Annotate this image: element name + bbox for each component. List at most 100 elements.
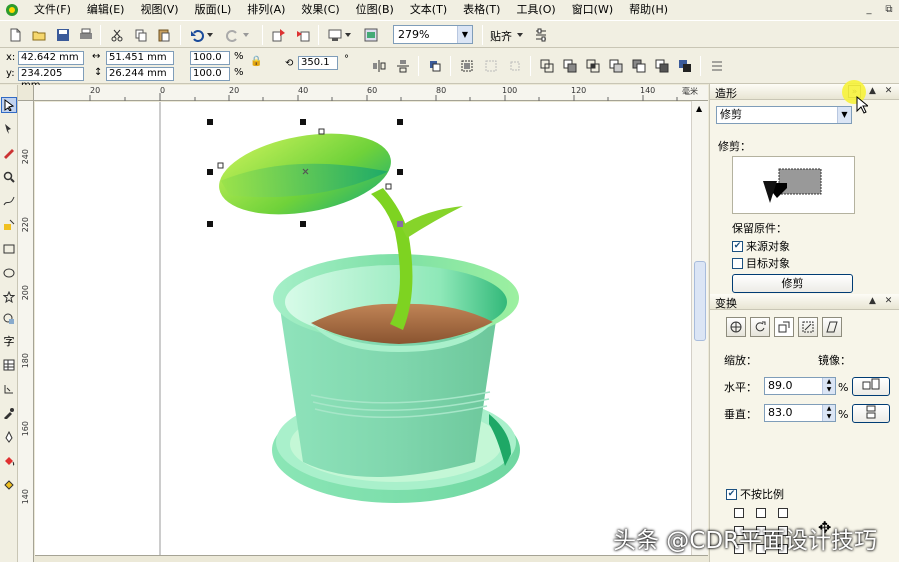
menu-tools[interactable]: 工具(O) bbox=[508, 0, 563, 20]
x-position-field[interactable]: 42.642 mm bbox=[18, 51, 84, 65]
spinner-arrows-icon[interactable]: ▲ ▼ bbox=[822, 405, 835, 421]
welcome-screen-icon[interactable] bbox=[362, 26, 380, 44]
node-handle[interactable] bbox=[318, 128, 325, 135]
transform-docker-header[interactable]: 变换 ▲ ✕ bbox=[710, 294, 899, 310]
basic-shapes-tool-icon[interactable] bbox=[1, 311, 17, 327]
vertical-scale-spinner[interactable]: 83.0 ▲ ▼ bbox=[764, 404, 836, 422]
scale-x-field[interactable]: 100.0 bbox=[190, 51, 230, 65]
new-document-icon[interactable] bbox=[6, 26, 24, 44]
menu-table[interactable]: 表格(T) bbox=[455, 0, 508, 20]
table-tool-icon[interactable] bbox=[1, 357, 17, 373]
mirror-vertical-button[interactable] bbox=[852, 404, 890, 423]
drawing-canvas[interactable] bbox=[35, 102, 691, 556]
trim-icon[interactable] bbox=[561, 57, 579, 75]
copy-icon[interactable] bbox=[132, 26, 150, 44]
eyedropper-tool-icon[interactable] bbox=[1, 405, 17, 421]
fill-tool-icon[interactable] bbox=[1, 453, 17, 469]
anchor-point-radio[interactable] bbox=[734, 508, 744, 518]
menu-text[interactable]: 文本(T) bbox=[402, 0, 455, 20]
freehand-tool-icon[interactable] bbox=[1, 193, 17, 209]
target-object-option[interactable]: 目标对象 bbox=[732, 255, 790, 271]
scroll-up-icon[interactable]: ▲ bbox=[696, 104, 702, 113]
print-icon[interactable] bbox=[77, 26, 95, 44]
crop-tool-icon[interactable] bbox=[1, 145, 17, 161]
cut-icon[interactable] bbox=[108, 26, 126, 44]
interactive-fill-tool-icon[interactable] bbox=[1, 477, 17, 493]
open-folder-icon[interactable] bbox=[30, 26, 48, 44]
menu-effects[interactable]: 效果(C) bbox=[293, 0, 347, 20]
width-field[interactable]: 51.451 mm bbox=[106, 51, 174, 65]
intersect-icon[interactable] bbox=[584, 57, 602, 75]
skew-tab-icon[interactable] bbox=[822, 317, 842, 337]
redo-dropdown-icon[interactable] bbox=[242, 26, 250, 44]
stem-node-handle[interactable] bbox=[397, 221, 403, 227]
pick-tool-icon[interactable] bbox=[1, 97, 17, 113]
node-handle[interactable] bbox=[217, 162, 224, 169]
scale-y-field[interactable]: 100.0 bbox=[190, 67, 230, 81]
close-icon[interactable]: ✕ bbox=[882, 85, 895, 98]
text-tool-icon[interactable]: 字 bbox=[1, 333, 17, 349]
spinner-arrows-icon[interactable]: ▲ ▼ bbox=[822, 378, 835, 394]
simplify-icon[interactable] bbox=[607, 57, 625, 75]
convert-to-curves-icon[interactable] bbox=[708, 57, 726, 75]
horizontal-scale-spinner[interactable]: 89.0 ▲ ▼ bbox=[764, 377, 836, 395]
smart-fill-tool-icon[interactable] bbox=[1, 217, 17, 233]
undo-dropdown-icon[interactable] bbox=[206, 26, 214, 44]
collapse-up-icon[interactable]: ▲ bbox=[866, 295, 879, 308]
ungroup-all-icon[interactable] bbox=[506, 57, 524, 75]
scrollbar-thumb[interactable] bbox=[694, 261, 706, 341]
polygon-tool-icon[interactable] bbox=[1, 289, 17, 305]
weld-icon[interactable] bbox=[538, 57, 556, 75]
menu-window[interactable]: 窗口(W) bbox=[564, 0, 621, 20]
source-object-option[interactable]: ✔ 来源对象 bbox=[732, 238, 790, 254]
mirror-horizontal-icon[interactable] bbox=[370, 57, 388, 75]
minimize-icon[interactable]: _ bbox=[862, 3, 876, 16]
rectangle-tool-icon[interactable] bbox=[1, 241, 17, 257]
size-tab-icon[interactable] bbox=[798, 317, 818, 337]
menu-file[interactable]: 文件(F) bbox=[26, 0, 79, 20]
zoom-tool-icon[interactable] bbox=[1, 169, 17, 185]
vertical-scrollbar[interactable]: ▲ bbox=[691, 101, 708, 556]
vertical-ruler[interactable]: 240 220 200 180 160 140 bbox=[18, 101, 34, 562]
save-icon[interactable] bbox=[54, 26, 72, 44]
ungroup-icon[interactable] bbox=[482, 57, 500, 75]
shaping-mode-select[interactable]: 修剪 ▼ bbox=[716, 106, 852, 124]
arrange-order-icon[interactable] bbox=[426, 57, 444, 75]
trim-apply-button[interactable]: 修剪 bbox=[732, 274, 853, 293]
horizontal-ruler[interactable]: 20 0 20 40 60 80 100 120 140 毫米 bbox=[18, 85, 708, 101]
height-field[interactable]: 26.244 mm bbox=[106, 67, 174, 81]
rotation-angle-field[interactable]: 350.1 bbox=[298, 56, 338, 70]
y-position-field[interactable]: 234.205 mm bbox=[18, 67, 84, 91]
position-tab-icon[interactable] bbox=[726, 317, 746, 337]
zoom-level-select[interactable]: 279% ▼ bbox=[393, 25, 473, 44]
export-icon[interactable] bbox=[294, 26, 312, 44]
rotate-tab-icon[interactable] bbox=[750, 317, 770, 337]
shape-tool-icon[interactable] bbox=[1, 121, 17, 137]
leaf-shape[interactable] bbox=[213, 121, 398, 226]
menu-layout[interactable]: 版面(L) bbox=[187, 0, 240, 20]
ruler-origin[interactable] bbox=[18, 85, 34, 101]
redo-icon[interactable] bbox=[224, 26, 242, 44]
small-leaf-shape[interactable] bbox=[401, 206, 463, 238]
snap-to-menu[interactable]: 贴齐 bbox=[490, 28, 512, 44]
group-icon[interactable] bbox=[458, 57, 476, 75]
anchor-point-radio[interactable] bbox=[756, 508, 766, 518]
anchor-point-radio[interactable] bbox=[778, 508, 788, 518]
snap-dropdown-icon[interactable] bbox=[516, 26, 524, 44]
lock-ratio-icon[interactable]: 🔒 bbox=[250, 56, 262, 67]
non-proportional-checkbox[interactable]: ✔ bbox=[726, 488, 737, 500]
create-boundary-icon[interactable] bbox=[676, 57, 694, 75]
menu-arrange[interactable]: 排列(A) bbox=[239, 0, 293, 20]
menu-help[interactable]: 帮助(H) bbox=[621, 0, 676, 20]
scale-tab-icon[interactable] bbox=[774, 317, 794, 337]
menu-edit[interactable]: 编辑(E) bbox=[79, 0, 133, 20]
front-minus-back-icon[interactable] bbox=[630, 57, 648, 75]
menu-bitmaps[interactable]: 位图(B) bbox=[348, 0, 402, 20]
launcher-dropdown-icon[interactable] bbox=[344, 26, 352, 44]
outline-pen-tool-icon[interactable] bbox=[1, 429, 17, 445]
mirror-horizontal-button[interactable] bbox=[852, 377, 890, 396]
target-object-checkbox[interactable] bbox=[732, 257, 743, 269]
menu-view[interactable]: 视图(V) bbox=[132, 0, 186, 20]
back-minus-front-icon[interactable] bbox=[653, 57, 671, 75]
mirror-vertical-icon[interactable] bbox=[394, 57, 412, 75]
